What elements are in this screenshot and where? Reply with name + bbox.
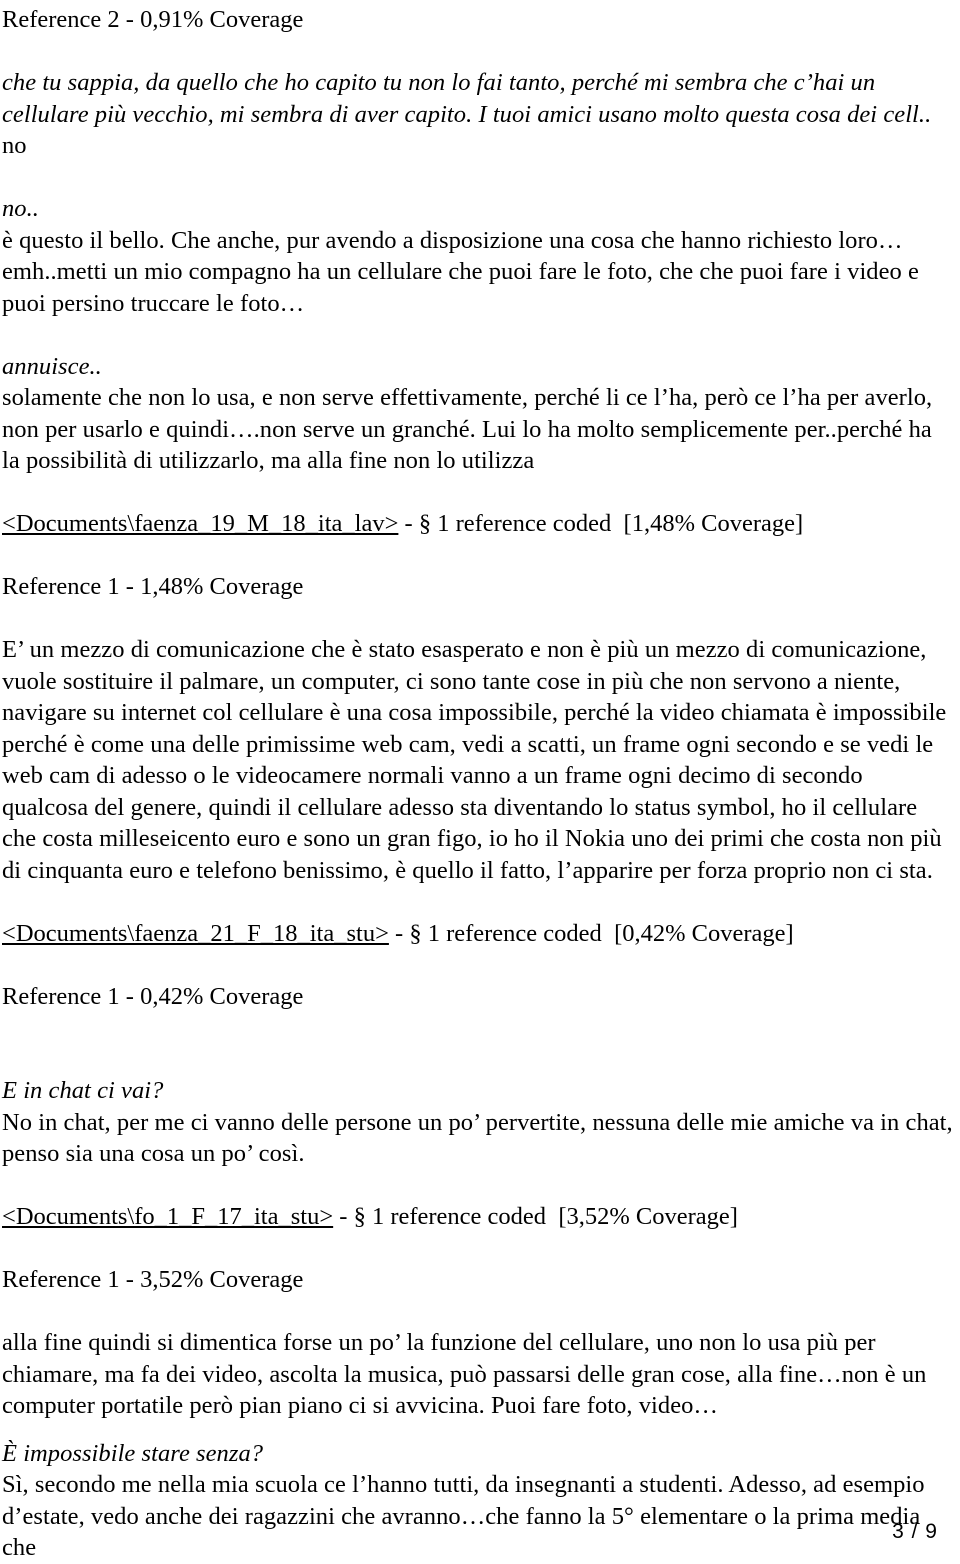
interview-question: annuisce.. [2,352,102,380]
reference-count: 1 reference coded [371,1203,547,1230]
reference-header: Reference 2 - 0,91% Coverage [2,6,304,33]
document-separator: - [398,510,419,537]
interview-question: È impossibile stare senza? [2,1439,264,1467]
section-symbol-icon: § [409,919,422,947]
coverage-badge: [0,42% Coverage] [614,919,794,947]
section-symbol-icon: § [353,1203,366,1230]
document-source-line: <Documents\fo_1_F_17_ita_stu> - § 1 refe… [2,1201,954,1233]
reference-header: Reference 1 - 1,48% Coverage [2,573,304,600]
interview-answer: no [2,132,27,159]
interview-question: no.. [2,195,39,222]
interview-answer: Sì, secondo me nella mia scuola ce l’han… [2,1471,925,1561]
interview-answer: solamente che non lo usa, e non serve ef… [2,384,933,474]
page-number-footer: 3 / 9 [892,1520,938,1543]
document-page: Reference 2 - 0,91% Coverage che tu sapp… [0,0,960,1561]
interview-answer: No in chat, per me ci vanno delle person… [2,1108,953,1168]
document-path-link[interactable]: <Documents\faenza_19_M_18_ita_lav> [2,510,398,537]
document-source-line: <Documents\faenza_19_M_18_ita_lav> - § 1… [2,508,954,540]
document-source-line: <Documents\faenza_21_F_18_ita_stu> - § 1… [2,918,954,950]
document-path-link[interactable]: <Documents\faenza_21_F_18_ita_stu> [2,920,389,947]
interview-question: che tu sappia, da quello che ho capito t… [2,69,932,128]
reference-body: alla fine quindi si dimentica forse un p… [2,1329,927,1419]
reference-count: 1 reference coded [437,510,612,537]
document-separator: - [333,1203,354,1230]
reference-body: E’ un mezzo di comunicazione che è stato… [2,636,947,884]
document-separator: - [388,919,410,947]
coverage-badge: [3,52% Coverage] [558,1203,738,1230]
reference-header: Reference 1 - 3,52% Coverage [2,1266,304,1293]
interview-question: E in chat ci vai? [2,1077,164,1104]
section-symbol-icon: § [418,510,432,537]
document-path-link[interactable]: <Documents\fo_1_F_17_ita_stu> [2,1203,333,1230]
reference-header: Reference 1 - 0,42% Coverage [2,982,304,1010]
reference-count: 1 reference coded [427,919,602,947]
coverage-badge: [1,48% Coverage] [623,510,804,537]
interview-answer: è questo il bello. Che anche, pur avendo… [2,226,919,317]
